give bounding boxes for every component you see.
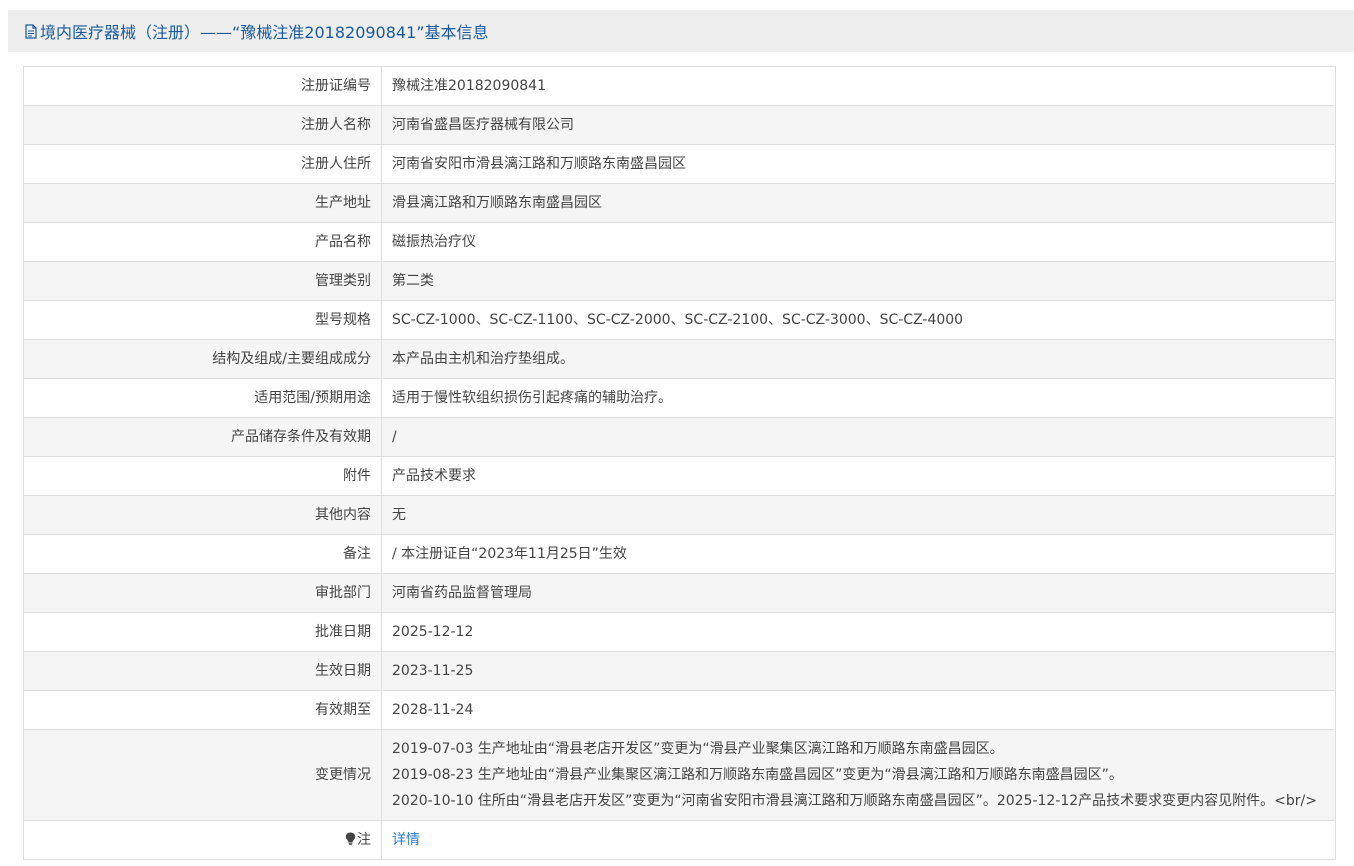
row-label: 产品名称 bbox=[23, 222, 382, 262]
row-value: 2025-12-12 bbox=[381, 612, 1336, 652]
table-row: 管理类别 第二类 bbox=[23, 261, 1336, 301]
table-row: 生效日期 2023-11-25 bbox=[23, 651, 1336, 691]
row-value: 河南省盛昌医疗器械有限公司 bbox=[381, 105, 1336, 145]
note-label-cell: 注 bbox=[23, 820, 382, 860]
table-row: 产品储存条件及有效期 / bbox=[23, 417, 1336, 457]
row-label: 审批部门 bbox=[23, 573, 382, 613]
row-label: 结构及组成/主要组成成分 bbox=[23, 339, 382, 379]
row-value: 磁振热治疗仪 bbox=[381, 222, 1336, 262]
row-value: SC-CZ-1000、SC-CZ-1100、SC-CZ-2000、SC-CZ-2… bbox=[381, 300, 1336, 340]
table-row: 批准日期 2025-12-12 bbox=[23, 612, 1336, 652]
row-label: 其他内容 bbox=[23, 495, 382, 535]
row-value: 豫械注准20182090841 bbox=[381, 66, 1336, 106]
row-label: 产品储存条件及有效期 bbox=[23, 417, 382, 457]
row-value: 产品技术要求 bbox=[381, 456, 1336, 496]
lightbulb-icon bbox=[345, 832, 356, 845]
row-label: 有效期至 bbox=[23, 690, 382, 730]
changes-value: 2019-07-03 生产地址由“滑县老店开发区”变更为“滑县产业聚集区漓江路和… bbox=[381, 729, 1336, 821]
table-row: 有效期至 2028-11-24 bbox=[23, 690, 1336, 730]
details-link[interactable]: 详情 bbox=[392, 832, 420, 848]
table-row: 生产地址 滑县漓江路和万顺路东南盛昌园区 bbox=[23, 183, 1336, 223]
table-row-changes: 变更情况 2019-07-03 生产地址由“滑县老店开发区”变更为“滑县产业聚集… bbox=[23, 729, 1336, 821]
row-value: 2028-11-24 bbox=[381, 690, 1336, 730]
row-label: 生产地址 bbox=[23, 183, 382, 223]
row-label: 生效日期 bbox=[23, 651, 382, 691]
page-header: 境内医疗器械（注册）——“豫械注准20182090841”基本信息 bbox=[8, 10, 1354, 52]
row-label: 管理类别 bbox=[23, 261, 382, 301]
row-value: 本产品由主机和治疗垫组成。 bbox=[381, 339, 1336, 379]
row-value: 第二类 bbox=[381, 261, 1336, 301]
table-row: 注册人住所 河南省安阳市滑县漓江路和万顺路东南盛昌园区 bbox=[23, 144, 1336, 184]
info-table-container: 注册证编号 豫械注准20182090841 注册人名称 河南省盛昌医疗器械有限公… bbox=[23, 66, 1336, 860]
change-entry: 2019-07-03 生产地址由“滑县老店开发区”变更为“滑县产业聚集区漓江路和… bbox=[392, 741, 1004, 757]
table-row: 其他内容 无 bbox=[23, 495, 1336, 535]
row-label: 批准日期 bbox=[23, 612, 382, 652]
table-row-note: 注 详情 bbox=[23, 820, 1336, 860]
row-value: 河南省安阳市滑县漓江路和万顺路东南盛昌园区 bbox=[381, 144, 1336, 184]
note-label: 注 bbox=[357, 832, 371, 848]
table-row: 备注 / 本注册证自“2023年11月25日”生效 bbox=[23, 534, 1336, 574]
note-value: 详情 bbox=[381, 820, 1336, 860]
row-label: 型号规格 bbox=[23, 300, 382, 340]
table-row: 注册证编号 豫械注准20182090841 bbox=[23, 66, 1336, 106]
row-label: 注册人名称 bbox=[23, 105, 382, 145]
row-label: 注册人住所 bbox=[23, 144, 382, 184]
page-title: 境内医疗器械（注册）——“豫械注准20182090841”基本信息 bbox=[40, 23, 489, 42]
row-value: / bbox=[381, 417, 1336, 457]
row-label: 注册证编号 bbox=[23, 66, 382, 106]
info-table: 注册证编号 豫械注准20182090841 注册人名称 河南省盛昌医疗器械有限公… bbox=[23, 66, 1336, 860]
row-label: 备注 bbox=[23, 534, 382, 574]
changes-label: 变更情况 bbox=[23, 729, 382, 821]
table-row: 注册人名称 河南省盛昌医疗器械有限公司 bbox=[23, 105, 1336, 145]
info-table-body: 注册证编号 豫械注准20182090841 注册人名称 河南省盛昌医疗器械有限公… bbox=[23, 66, 1336, 860]
table-row: 型号规格 SC-CZ-1000、SC-CZ-1100、SC-CZ-2000、SC… bbox=[23, 300, 1336, 340]
row-label: 附件 bbox=[23, 456, 382, 496]
document-icon bbox=[25, 23, 37, 39]
table-row: 结构及组成/主要组成成分 本产品由主机和治疗垫组成。 bbox=[23, 339, 1336, 379]
page: 境内医疗器械（注册）——“豫械注准20182090841”基本信息 注册证编号 … bbox=[0, 0, 1354, 866]
row-value: 滑县漓江路和万顺路东南盛昌园区 bbox=[381, 183, 1336, 223]
table-row: 产品名称 磁振热治疗仪 bbox=[23, 222, 1336, 262]
row-value: 2023-11-25 bbox=[381, 651, 1336, 691]
row-value: 河南省药品监督管理局 bbox=[381, 573, 1336, 613]
row-value: / 本注册证自“2023年11月25日”生效 bbox=[381, 534, 1336, 574]
change-entry: 2019-08-23 生产地址由“滑县产业集聚区漓江路和万顺路东南盛昌园区”变更… bbox=[392, 767, 1123, 783]
table-row: 适用范围/预期用途 适用于慢性软组织损伤引起疼痛的辅助治疗。 bbox=[23, 378, 1336, 418]
row-label: 适用范围/预期用途 bbox=[23, 378, 382, 418]
table-row: 审批部门 河南省药品监督管理局 bbox=[23, 573, 1336, 613]
row-value: 无 bbox=[381, 495, 1336, 535]
row-value: 适用于慢性软组织损伤引起疼痛的辅助治疗。 bbox=[381, 378, 1336, 418]
change-entry: 2020-10-10 住所由“滑县老店开发区”变更为“河南省安阳市滑县漓江路和万… bbox=[392, 793, 1318, 809]
table-row: 附件 产品技术要求 bbox=[23, 456, 1336, 496]
